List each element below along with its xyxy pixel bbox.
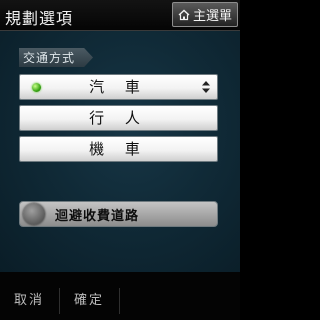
options-panel: 交通方式 汽 車 行 人 機 車 迴避收費道路 — [0, 31, 240, 272]
home-icon — [178, 9, 190, 20]
transport-option-car[interactable]: 汽 車 — [19, 74, 218, 100]
softkey-bar: 取消 確定 — [0, 272, 240, 320]
transport-option-label: 機 車 — [89, 140, 148, 158]
softkey-divider — [119, 288, 120, 314]
transport-mode-label: 交通方式 — [23, 51, 76, 65]
screen: 規劃選項 主選單 交通方式 汽 車 行 人 機 車 迴避收費道路 取消 確定 — [0, 0, 240, 320]
selected-indicator-icon — [32, 83, 41, 92]
main-menu-label: 主選單 — [192, 9, 232, 24]
transport-option-motorcycle[interactable]: 機 車 — [19, 136, 218, 162]
avoid-toll-roads-toggle[interactable]: 迴避收費道路 — [19, 201, 218, 227]
transport-option-pedestrian[interactable]: 行 人 — [19, 105, 218, 131]
transport-option-label: 汽 車 — [89, 78, 148, 96]
up-down-arrows-icon — [202, 81, 210, 93]
title-bar: 規劃選項 主選單 — [0, 0, 240, 31]
transport-option-label: 行 人 — [89, 109, 148, 127]
page-title: 規劃選項 — [5, 9, 74, 28]
cancel-button[interactable]: 取消 — [14, 289, 44, 308]
confirm-button[interactable]: 確定 — [74, 289, 104, 308]
avoid-toll-roads-label: 迴避收費道路 — [55, 209, 140, 224]
toggle-off-icon — [23, 203, 45, 225]
main-menu-button[interactable]: 主選單 — [172, 2, 238, 27]
transport-mode-section-label: 交通方式 — [19, 48, 93, 67]
softkey-divider — [59, 288, 60, 314]
